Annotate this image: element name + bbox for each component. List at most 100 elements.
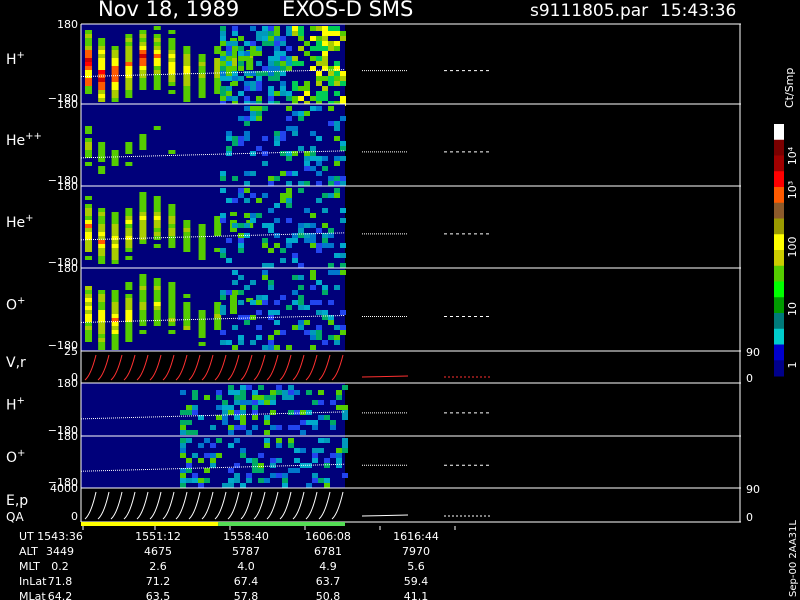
spectrogram-cell [216,395,222,400]
spectrogram-cell [111,322,119,326]
spectrogram-cell [316,26,322,31]
spectrogram-cell [180,425,186,430]
spectrogram-cell [85,90,92,94]
spectrogram-cell [264,430,270,435]
spectrogram-cell [316,243,322,248]
spectrogram-cell [316,248,322,253]
spectrogram-cell [180,453,186,458]
spectrogram-cell [270,395,276,400]
spectrogram-cell [111,70,119,74]
spectrogram-cell [238,223,244,228]
spectrogram-cell [98,62,106,66]
spectrogram-cell [330,420,336,425]
spectrogram-cell [232,280,238,285]
colorbar-swatch [774,281,784,298]
spectrogram-cell [328,263,334,268]
spectrogram-cell [168,294,176,298]
spectrogram-cell [85,236,92,240]
spectrogram-cell [280,86,286,91]
spectrogram-cell [220,188,226,193]
header-time: 15:43:36 [660,1,736,21]
spectrogram-cell [328,193,334,198]
spectrogram-cell [180,448,186,453]
spectrogram-cell [328,320,334,325]
spectrogram-cell [280,51,286,56]
spectrogram-cell [111,66,119,70]
spectrogram-cell [228,405,234,410]
spectrogram-cell [98,170,106,174]
spectrogram-cell [334,76,340,81]
spectrogram-cell [304,181,310,186]
spectrogram-cell [256,300,262,305]
spectrogram-cell [111,252,119,256]
spectrogram-cell [274,91,280,96]
spectrogram-cell [168,78,176,82]
spectrogram-cell [298,325,304,330]
spectrogram-cell [268,280,274,285]
spectrogram-cell [183,306,191,310]
spectrogram-cell [292,258,298,263]
spectrogram-cell [125,66,133,70]
spectrogram-cell [328,181,334,186]
spectrogram-cell [210,443,216,448]
panel-label: E,p [6,493,28,509]
spectrogram-cell [298,263,304,268]
spectrogram-cell [125,256,133,260]
spectrogram-cell [85,330,92,334]
spectrogram-cell [292,300,298,305]
spectrogram-cell [310,285,316,290]
spectrogram-cell [85,82,92,86]
cycle-curve [227,354,240,381]
panel-label: He++ [6,131,42,149]
spectrogram-cell [258,385,264,390]
spectrogram-cell [153,62,161,66]
spectrogram-cell [228,468,234,473]
spectrogram-cell [336,448,342,453]
spectrogram-cell [234,395,240,400]
cycle-curve [279,354,292,381]
spectrogram-cell [322,86,328,91]
spectrogram-cell [310,238,316,243]
spectrogram-cell [310,96,316,101]
spectrogram-cell [322,223,328,228]
spectrogram-cell [250,51,256,56]
spectrogram-cell [139,200,147,204]
spectrogram-cell [168,150,176,154]
spectrogram-cell [98,256,106,260]
spectrogram-cell [111,240,119,244]
spectrogram-cell [139,66,147,70]
panel-5: V,r250900 [6,345,760,385]
spectrogram-cell [232,198,238,203]
spectrogram-cell [180,410,186,415]
spectrogram-cell [298,86,304,91]
spectrogram-cell [98,212,106,216]
spectrogram-cell [125,248,133,252]
cycle-curve [318,354,331,381]
spectrogram-cell [139,142,147,146]
spectrogram-cell [316,41,322,46]
spectrogram-cell [304,305,310,310]
spectrogram-cell [292,131,298,136]
spectrogram-cell [334,81,340,86]
spectrogram-cell [256,106,262,111]
spectrogram-cell [280,91,286,96]
spectrogram-cell [268,223,274,228]
spectrogram-cell [262,193,268,198]
panel-label: He+ [6,213,34,231]
spectrogram-cell [322,51,328,56]
spectrogram-cell [264,400,270,405]
spectrogram-cell [256,213,262,218]
spectrogram-cell [85,290,92,294]
spectrogram-cell [125,294,133,298]
spectrogram-cell [238,36,244,41]
spectrogram-cell [153,294,161,298]
spectrogram-cell [85,150,92,154]
spectrogram-cell [139,58,147,62]
spectrogram-cell [334,340,340,345]
spectrogram-cell [226,86,232,91]
spectrogram-cell [153,310,161,314]
spectrogram-cell [198,90,206,94]
spectrogram-cell [310,275,316,280]
spectrogram-cell [168,322,176,326]
x-row-value: 2.6 [149,560,167,573]
